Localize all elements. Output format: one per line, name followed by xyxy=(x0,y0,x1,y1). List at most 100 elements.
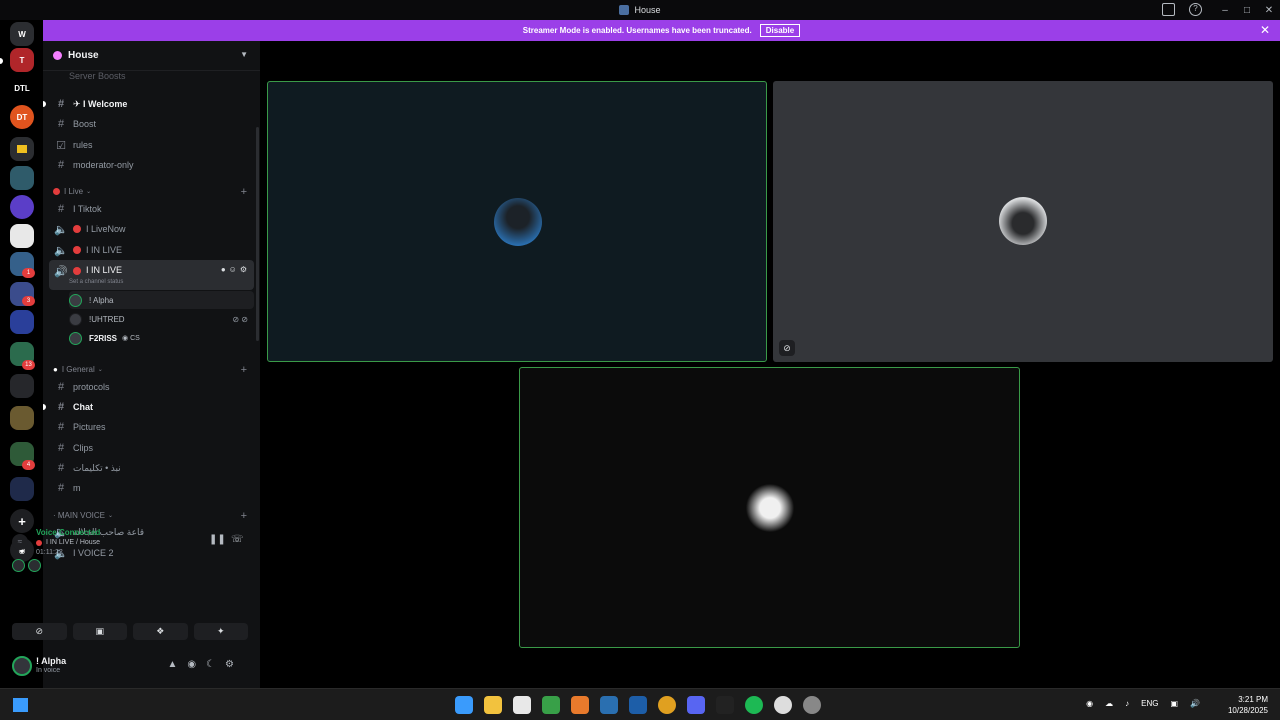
noise-suppression-icon[interactable]: ❚❚ xyxy=(209,534,226,545)
shield-icon[interactable] xyxy=(629,696,647,714)
maximize-button[interactable]: □ xyxy=(1236,5,1258,16)
badge-server-14: 4 xyxy=(22,460,35,470)
guild-header[interactable]: House ▼ xyxy=(43,41,260,71)
sidebar-scrollbar[interactable] xyxy=(256,127,259,341)
avatar[interactable] xyxy=(12,656,32,676)
server-icon-12[interactable] xyxy=(10,374,34,398)
server-t[interactable]: T xyxy=(10,48,34,72)
channel-livenow[interactable]: 🔈 I LiveNow xyxy=(49,219,254,239)
category-live[interactable]: I Live ⌄ + xyxy=(53,186,253,198)
user-controls[interactable]: ▲◉☾⚙ xyxy=(167,659,244,670)
server-dt[interactable]: DT xyxy=(10,105,34,129)
channel-rules[interactable]: ☑ rules xyxy=(49,135,254,155)
server-dtl[interactable]: DTL xyxy=(10,76,34,100)
category-general[interactable]: ● I General ⌄ + xyxy=(53,364,253,376)
server-icon-5[interactable] xyxy=(10,166,34,190)
clock[interactable]: 3:21 PM 10/28/2025 xyxy=(1228,694,1268,716)
category-main-voice[interactable]: · MAIN VOICE ⌄ + xyxy=(53,510,253,522)
channel-moderator-only[interactable]: # moderator-only xyxy=(49,155,254,175)
disable-streamer-mode-button[interactable]: Disable xyxy=(759,24,801,37)
activities-button[interactable]: ❖ xyxy=(133,623,188,640)
channel-label: I IN LIVE xyxy=(86,265,123,275)
store-icon[interactable] xyxy=(513,696,531,714)
app-icon xyxy=(619,5,630,15)
voice-user-f2riss[interactable]: F2RISS ◉ CS xyxy=(69,329,254,347)
channel-in-live-1[interactable]: 🔈 I IN LIVE xyxy=(49,240,254,260)
hashtag-icon: # xyxy=(57,482,65,494)
video-tile-2[interactable]: ⊘ xyxy=(773,81,1273,362)
voice-user-name: F2RISS xyxy=(89,333,118,343)
server-icon-6[interactable] xyxy=(10,195,34,219)
hashtag-icon: # xyxy=(57,203,65,215)
chrome-icon[interactable] xyxy=(658,696,676,714)
channel-tiktok[interactable]: # I Tiktok xyxy=(49,199,254,219)
server-icon-15[interactable] xyxy=(10,477,34,501)
video-tile-1[interactable] xyxy=(267,81,767,362)
mic-icon[interactable]: ♪ xyxy=(1125,699,1129,708)
signal-icon[interactable]: ≈ xyxy=(12,534,28,550)
voice-action-row: ⊘ ▣ ❖ ✦ xyxy=(12,623,248,640)
disconnect-icon[interactable]: ☏ xyxy=(231,534,244,545)
add-channel-icon[interactable]: + xyxy=(241,510,247,522)
channel-pictures[interactable]: # Pictures xyxy=(49,417,254,437)
screen-share-button[interactable]: ▣ xyxy=(72,623,127,640)
activity-avatar[interactable] xyxy=(12,559,25,572)
voice-user-alpha[interactable]: ! Alpha xyxy=(69,291,254,309)
file-explorer-icon[interactable] xyxy=(484,696,502,714)
video-tile-3[interactable] xyxy=(519,367,1020,648)
channel-boost[interactable]: # Boost xyxy=(49,114,254,134)
volume-icon[interactable]: 🔊 xyxy=(1190,699,1200,708)
channel-arabic-1[interactable]: # نبذ • تكليمات xyxy=(49,458,254,478)
user-name[interactable]: ! Alpha xyxy=(36,656,66,666)
hashtag-icon: # xyxy=(57,421,65,433)
channel-protocols[interactable]: # protocols xyxy=(49,377,254,397)
app-a-icon[interactable] xyxy=(571,696,589,714)
camera-off-button[interactable]: ⊘ xyxy=(12,623,67,640)
folder-icon[interactable] xyxy=(10,137,34,161)
channel-status-hint[interactable]: Set a channel status xyxy=(69,279,123,285)
inbox-icon[interactable] xyxy=(1162,3,1175,16)
banner-text: Streamer Mode is enabled. Usernames have… xyxy=(522,26,752,35)
user-status: In voice xyxy=(36,667,61,674)
avatar xyxy=(69,293,82,307)
close-banner-icon[interactable]: ✕ xyxy=(1260,23,1270,37)
voice-timer: 01:11:22 xyxy=(36,549,63,556)
spotify-icon[interactable] xyxy=(745,696,763,714)
close-window-button[interactable]: ✕ xyxy=(1258,5,1280,16)
channel-m[interactable]: # m xyxy=(49,478,254,498)
hashtag-icon: # xyxy=(57,381,65,393)
server-icon-10[interactable] xyxy=(10,310,34,334)
server-icon-13[interactable] xyxy=(10,406,34,430)
voice-user-uhtred[interactable]: !UHTRED ⊘ ⊘ xyxy=(69,310,254,328)
activity-avatar[interactable] xyxy=(28,559,41,572)
minimize-button[interactable]: – xyxy=(1214,5,1236,16)
soundboard-button[interactable]: ✦ xyxy=(193,623,248,640)
chevron-down-icon[interactable]: ▼ xyxy=(240,50,248,59)
settings-icon[interactable] xyxy=(774,696,792,714)
voice-location-label: I IN LIVE / House xyxy=(46,539,101,546)
network-icon[interactable]: ▣ xyxy=(1170,699,1178,708)
add-channel-icon[interactable]: + xyxy=(241,364,247,376)
app-v-icon[interactable] xyxy=(542,696,560,714)
channel-label: I Tiktok xyxy=(73,204,102,214)
discord-icon[interactable] xyxy=(687,696,705,714)
app-circle-icon[interactable] xyxy=(803,696,821,714)
cloud-icon[interactable]: ☁ xyxy=(1105,699,1113,708)
channel-actions[interactable]: ●☺⚙ xyxy=(221,265,250,274)
add-channel-icon[interactable]: + xyxy=(241,186,247,198)
channel-in-live-2[interactable]: 🔊 I IN LIVE ●☺⚙ xyxy=(49,260,254,290)
voice-location[interactable]: I IN LIVE / House xyxy=(36,539,100,546)
capcut-icon[interactable] xyxy=(716,696,734,714)
app-tray-icon[interactable]: ◉ xyxy=(1086,699,1093,708)
channel-chat[interactable]: # Chat xyxy=(43,397,254,417)
server-w[interactable]: W xyxy=(10,22,34,46)
help-icon[interactable]: ? xyxy=(1189,3,1202,16)
channel-clips[interactable]: # Clips xyxy=(49,438,254,458)
steam-icon[interactable] xyxy=(600,696,618,714)
server-icon-7[interactable] xyxy=(10,224,34,248)
channel-welcome[interactable]: # ✈ I Welcome xyxy=(43,94,254,114)
chat-bubble-icon: ● xyxy=(53,365,58,374)
start-button[interactable] xyxy=(13,698,28,712)
windows-icon[interactable] xyxy=(455,696,473,714)
language-indicator[interactable]: ENG xyxy=(1141,699,1158,708)
